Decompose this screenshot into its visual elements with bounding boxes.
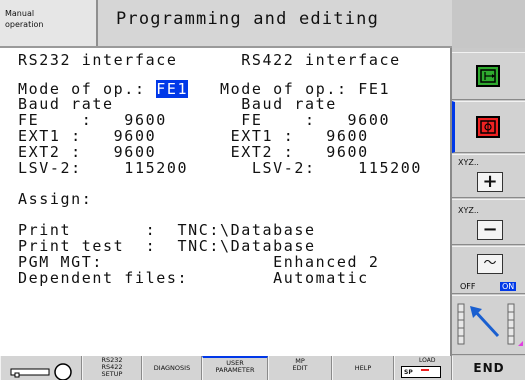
operating-mode-box: Manual operation xyxy=(0,0,98,46)
xyz-plus-label: XYZ.. xyxy=(458,158,479,167)
diagonal-arrow-key[interactable] xyxy=(452,295,525,355)
help-softkey[interactable]: HELP xyxy=(332,356,394,380)
xyz-plus-key[interactable]: XYZ.. + xyxy=(452,154,525,198)
screen-layout-red-key[interactable] xyxy=(452,101,525,153)
baud-rate-row: Baud rate Baud rate xyxy=(18,95,337,113)
key-softkey[interactable] xyxy=(0,356,82,380)
user-parameter-softkey[interactable]: USER PARAMETER xyxy=(202,356,268,380)
off-label: OFF xyxy=(460,282,476,291)
baud-lsv2-row[interactable]: LSV-2: 115200 LSV-2: 115200 xyxy=(18,160,422,176)
sp-label: SP xyxy=(404,369,413,376)
baud-ext2-row[interactable]: EXT2 : 9600 EXT2 : 9600 xyxy=(18,144,369,160)
operating-mode-label: Manual operation xyxy=(5,9,44,29)
on-label: ON xyxy=(500,282,517,291)
baud-fe-row[interactable]: FE : 9600 FE : 9600 xyxy=(18,112,390,128)
baud-ext1-row[interactable]: EXT1 : 9600 EXT1 : 9600 xyxy=(18,128,369,144)
assign-print-test-row[interactable]: Print test : TNC:\Database xyxy=(18,238,316,254)
assign-print-row[interactable]: Print : TNC:\Database xyxy=(18,222,316,238)
load-sp-softkey[interactable]: LOAD SP xyxy=(394,356,452,380)
window-red-icon xyxy=(476,116,500,138)
end-softkey[interactable]: END xyxy=(452,356,525,380)
mp-edit-softkey[interactable]: MP EDIT xyxy=(268,356,332,380)
window-green-icon xyxy=(476,65,500,87)
plus-icon: + xyxy=(477,172,503,192)
on-off-toggle-key[interactable]: 〜 OFF ON xyxy=(452,246,525,294)
diagnosis-softkey[interactable]: DIAGNOSIS xyxy=(142,356,202,380)
load-label: LOAD xyxy=(419,357,436,364)
interface-headers: RS232 interface RS422 interface xyxy=(18,51,401,69)
screen-layout-green-key[interactable] xyxy=(452,52,525,100)
pgm-mgt-row[interactable]: PGM MGT: Enhanced 2 xyxy=(18,254,379,270)
diagonal-arrow-icon xyxy=(457,303,523,346)
parameter-screen: RS232 interface RS422 interface Mode of … xyxy=(0,48,452,366)
wave-icon: 〜 xyxy=(477,254,503,274)
rs232-rs422-setup-softkey[interactable]: RS232 RS422 SETUP xyxy=(82,356,142,380)
key-icon xyxy=(10,363,72,380)
sp-arrow-icon xyxy=(421,369,429,371)
dependent-files-row[interactable]: Dependent files: Automatic xyxy=(18,270,369,286)
assign-heading: Assign: xyxy=(18,190,93,208)
xyz-minus-key[interactable]: XYZ.. − xyxy=(452,199,525,245)
xyz-minus-label: XYZ.. xyxy=(458,206,479,215)
page-title: Programming and editing xyxy=(116,9,380,29)
minus-icon: − xyxy=(477,220,503,240)
